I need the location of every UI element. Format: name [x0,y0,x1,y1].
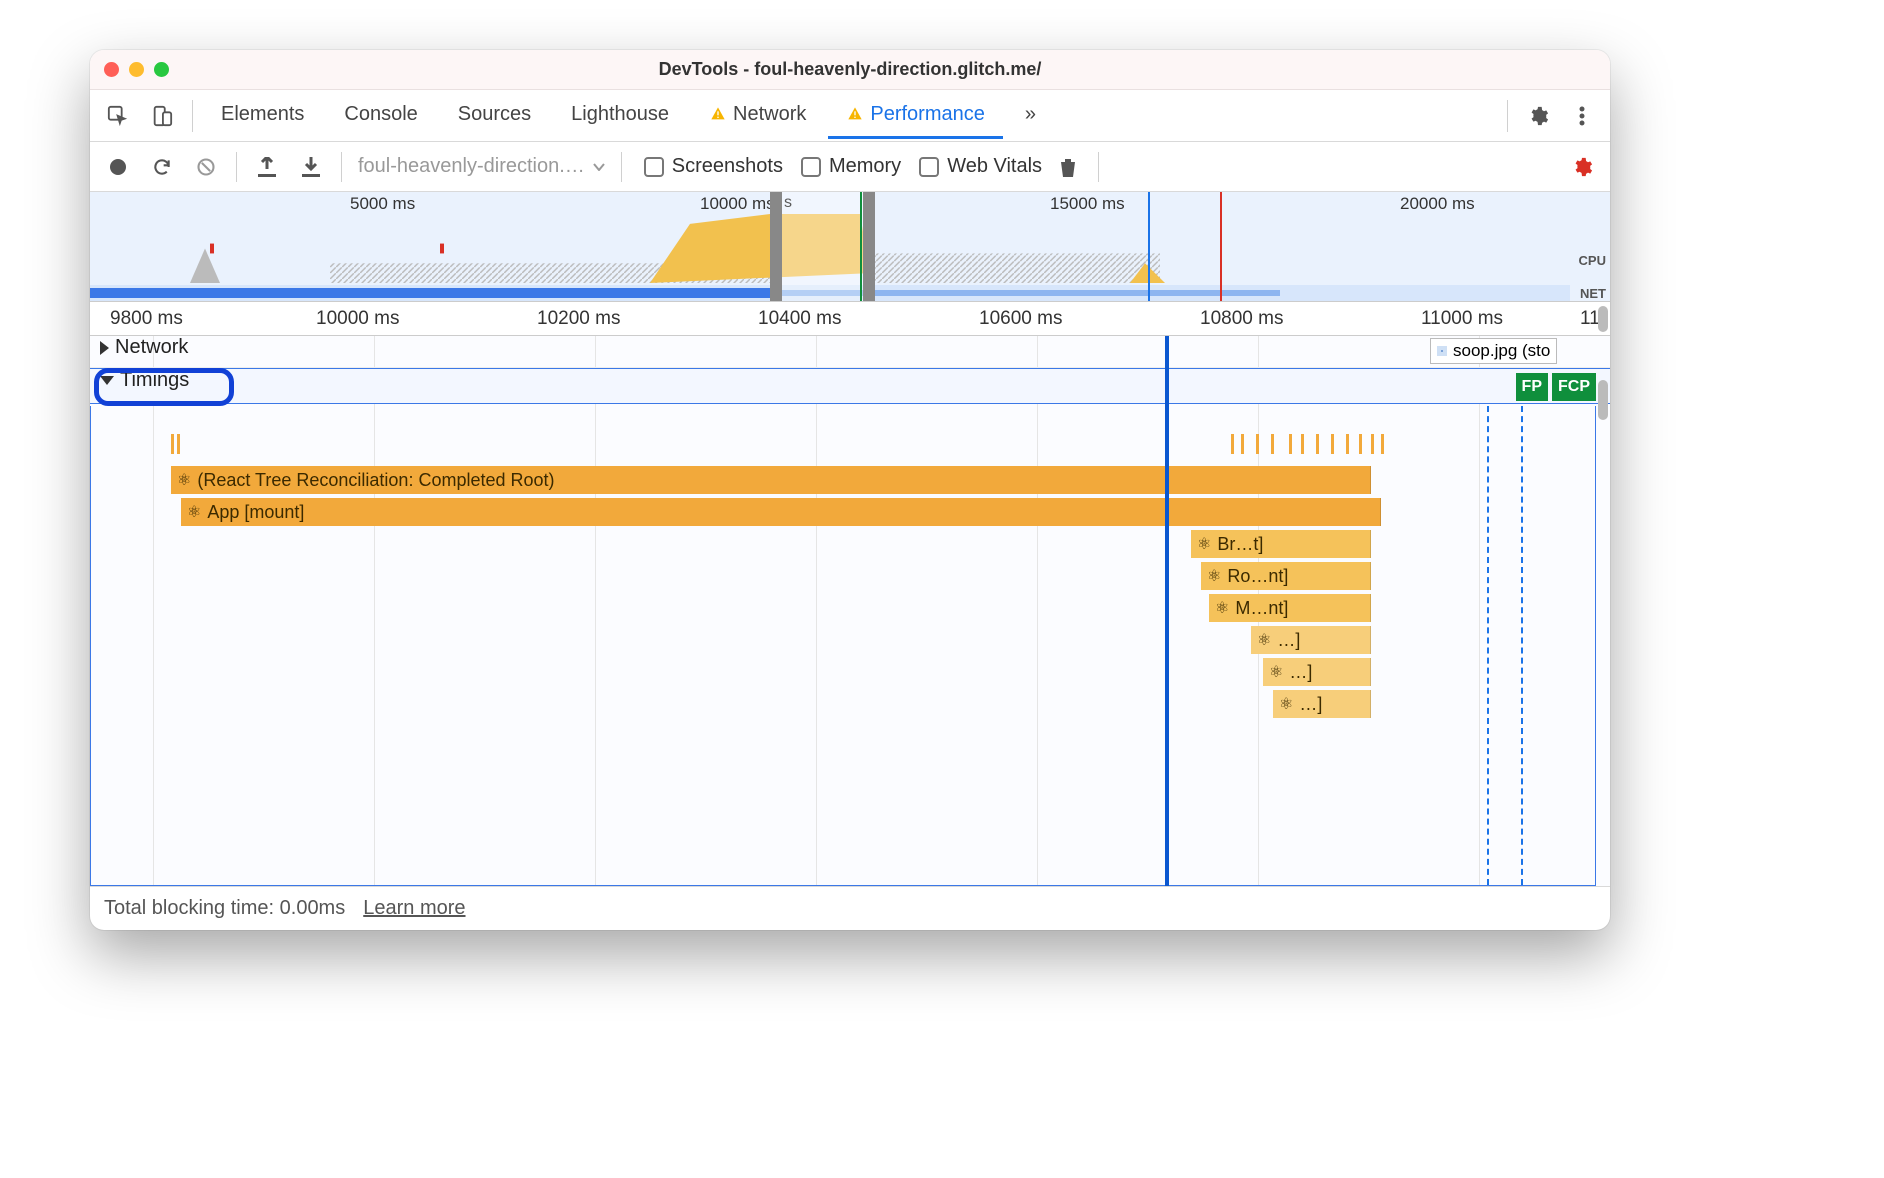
device-toggle-icon[interactable] [142,96,182,136]
capture-settings-icon[interactable] [1564,149,1600,185]
memory-checkbox[interactable]: Memory [801,155,901,178]
clear-button[interactable] [188,149,224,185]
close-window-button[interactable] [104,62,119,77]
warning-icon [709,106,727,122]
summary-footer: Total blocking time: 0.00ms Learn more [90,886,1610,930]
warning-icon [846,106,864,122]
tab-lighthouse[interactable]: Lighthouse [553,93,687,139]
kebab-menu-icon[interactable] [1562,96,1602,136]
fp-marker[interactable]: FP [1516,373,1548,401]
window-title: DevTools - foul-heavenly-direction.glitc… [90,59,1610,80]
timing-bar-app-mount[interactable]: App [mount] [181,498,1381,526]
maximize-window-button[interactable] [154,62,169,77]
overview-timeline[interactable]: 5000 ms 10000 ms 15000 ms 20000 ms [90,192,1610,302]
fcp-marker[interactable]: FCP [1552,373,1596,401]
gc-button[interactable] [1050,149,1086,185]
overview-marker [860,192,862,301]
save-profile-button[interactable] [293,149,329,185]
tabstrip: Elements Console Sources Lighthouse Netw… [90,90,1610,142]
minimize-window-button[interactable] [129,62,144,77]
profile-dropdown[interactable]: foul-heavenly-direction.… [354,155,609,178]
overview-marker [1148,192,1150,301]
timings-track-header[interactable]: Timings FP FCP [90,368,1610,404]
timing-bar[interactable]: Ro…nt] [1201,562,1371,590]
playhead-marker[interactable] [1165,336,1169,886]
flame-chart-area[interactable]: Network soop.jpg (sto Timings FP FCP [90,336,1610,886]
webvitals-checkbox[interactable]: Web Vitals [919,155,1042,178]
tab-elements[interactable]: Elements [203,93,322,139]
cpu-lane-label: CPU [1570,253,1606,268]
tab-network[interactable]: Network [691,93,824,139]
timing-bar[interactable]: Br…t] [1191,530,1371,558]
inspect-icon[interactable] [98,96,138,136]
perf-toolbar: foul-heavenly-direction.… Screenshots Me… [90,142,1610,192]
timing-bar[interactable]: …] [1263,658,1371,686]
net-lane-label: NET [1570,286,1606,301]
collapse-icon [100,376,114,385]
titlebar: DevTools - foul-heavenly-direction.glitc… [90,50,1610,90]
timings-track-body: (React Tree Reconciliation: Completed Ro… [90,406,1596,886]
vertical-scrollbar[interactable] [1598,380,1608,420]
learn-more-link[interactable]: Learn more [363,897,465,920]
timing-bar[interactable]: …] [1251,626,1371,654]
expand-icon [100,341,109,355]
network-track-header[interactable]: Network soop.jpg (sto [90,336,1610,368]
overview-selection-handle-right[interactable] [863,192,875,301]
ruler-scrollbar[interactable] [1598,306,1608,332]
time-ruler[interactable]: 9800 ms 10000 ms 10200 ms 10400 ms 10600… [90,302,1610,336]
chevron-down-icon [593,163,605,171]
separator [192,100,193,132]
timing-bar[interactable]: M…nt] [1209,594,1371,622]
tab-console[interactable]: Console [326,93,435,139]
timing-bar[interactable]: …] [1273,690,1371,718]
tabs-overflow[interactable]: » [1007,93,1054,139]
window-controls [104,62,169,77]
network-resource-chip[interactable]: soop.jpg (sto [1430,338,1557,364]
devtools-window: DevTools - foul-heavenly-direction.glitc… [90,50,1610,930]
separator [1507,100,1508,132]
tab-sources[interactable]: Sources [440,93,549,139]
reload-button[interactable] [144,149,180,185]
overview-selection-handle-left[interactable] [770,192,782,301]
tbt-text: Total blocking time: 0.00ms [104,897,345,920]
settings-icon[interactable] [1518,96,1558,136]
tab-performance[interactable]: Performance [828,93,1003,139]
load-profile-button[interactable] [249,149,285,185]
record-button[interactable] [100,149,136,185]
screenshots-checkbox[interactable]: Screenshots [644,155,783,178]
overview-marker [1220,192,1222,301]
timing-bar-reconcile[interactable]: (React Tree Reconciliation: Completed Ro… [171,466,1371,494]
